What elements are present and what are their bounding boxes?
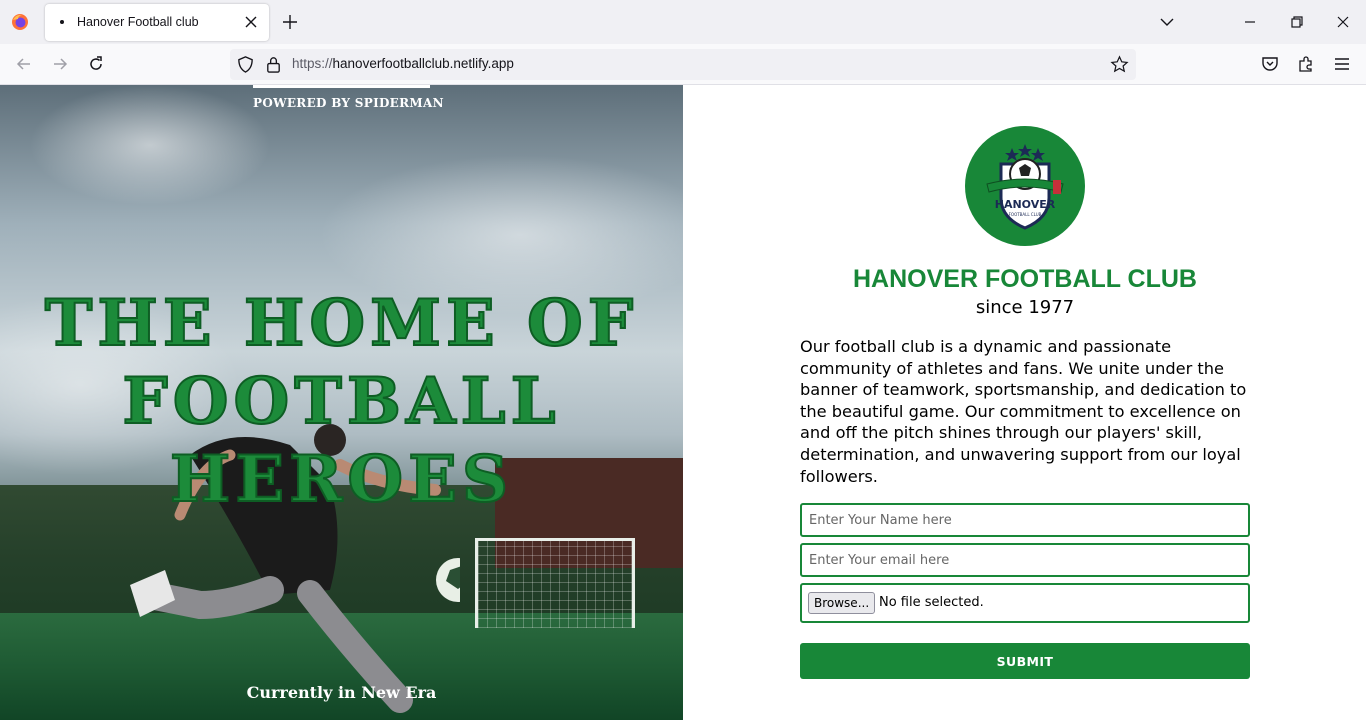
pocket-icon[interactable] <box>1260 54 1280 74</box>
hero-title-line-3: HEROES <box>169 441 514 518</box>
file-upload-field[interactable]: Browse... No file selected. <box>800 583 1250 623</box>
tab-list-chevron-icon[interactable] <box>1157 12 1177 32</box>
shield-icon[interactable] <box>236 55 255 74</box>
email-input[interactable] <box>800 543 1250 577</box>
browse-button[interactable]: Browse... <box>808 592 876 614</box>
reload-icon[interactable] <box>86 54 106 74</box>
club-description: Our football club is a dynamic and passi… <box>800 337 1247 486</box>
club-since: since 1977 <box>975 297 1075 318</box>
submit-button[interactable]: SUBMIT <box>800 643 1250 679</box>
restore-icon[interactable] <box>1287 12 1307 32</box>
menu-icon[interactable] <box>1332 54 1352 74</box>
goal-frame <box>475 538 635 628</box>
forward-icon[interactable] <box>50 54 70 74</box>
active-tab[interactable]: Hanover Football club <box>45 4 269 41</box>
bookmark-star-icon[interactable] <box>1110 55 1129 74</box>
powered-by-text: POWERED BY SPIDERMAN <box>253 96 444 110</box>
new-tab-icon[interactable] <box>280 12 300 32</box>
hero-title-line-1: THE HOME OF <box>44 285 639 362</box>
url-scheme: https:// <box>292 56 333 71</box>
club-logo: HANOVER FOOTBALL CLUB <box>965 126 1085 246</box>
hero-tagline: Currently in New Era <box>246 683 437 702</box>
tab-strip: Hanover Football club <box>0 0 1366 44</box>
club-name: HANOVER FOOTBALL CLUB <box>853 265 1197 293</box>
navigation-bar: https://hanoverfootballclub.netlify.app <box>0 44 1366 85</box>
logo-text: HANOVER <box>995 198 1056 211</box>
back-icon[interactable] <box>14 54 34 74</box>
logo-subtext: FOOTBALL CLUB <box>1009 212 1042 217</box>
hero-image: POWERED BY SPIDERMAN THE HOME OF FOOTBAL… <box>0 85 683 720</box>
web-page: POWERED BY SPIDERMAN THE HOME OF FOOTBAL… <box>0 85 1366 720</box>
file-status-text: No file selected. <box>879 595 984 610</box>
hero-title-line-2: FOOTBALL <box>121 363 561 440</box>
url-host: hanoverfootballclub.netlify.app <box>332 56 514 71</box>
tab-favicon-icon <box>60 20 64 24</box>
hero-title: THE HOME OF FOOTBALL HEROES <box>40 285 643 519</box>
lock-icon[interactable] <box>264 55 283 74</box>
minimize-icon[interactable] <box>1240 12 1260 32</box>
name-input[interactable] <box>800 503 1250 537</box>
close-window-icon[interactable] <box>1333 12 1353 32</box>
powered-by-bar <box>253 85 430 88</box>
url-text[interactable]: https://hanoverfootballclub.netlify.app <box>292 56 514 71</box>
close-tab-icon[interactable] <box>242 13 260 31</box>
extensions-icon[interactable] <box>1296 54 1316 74</box>
firefox-icon[interactable] <box>10 12 30 32</box>
address-bar[interactable]: https://hanoverfootballclub.netlify.app <box>230 49 1136 80</box>
tab-title: Hanover Football club <box>77 15 199 29</box>
